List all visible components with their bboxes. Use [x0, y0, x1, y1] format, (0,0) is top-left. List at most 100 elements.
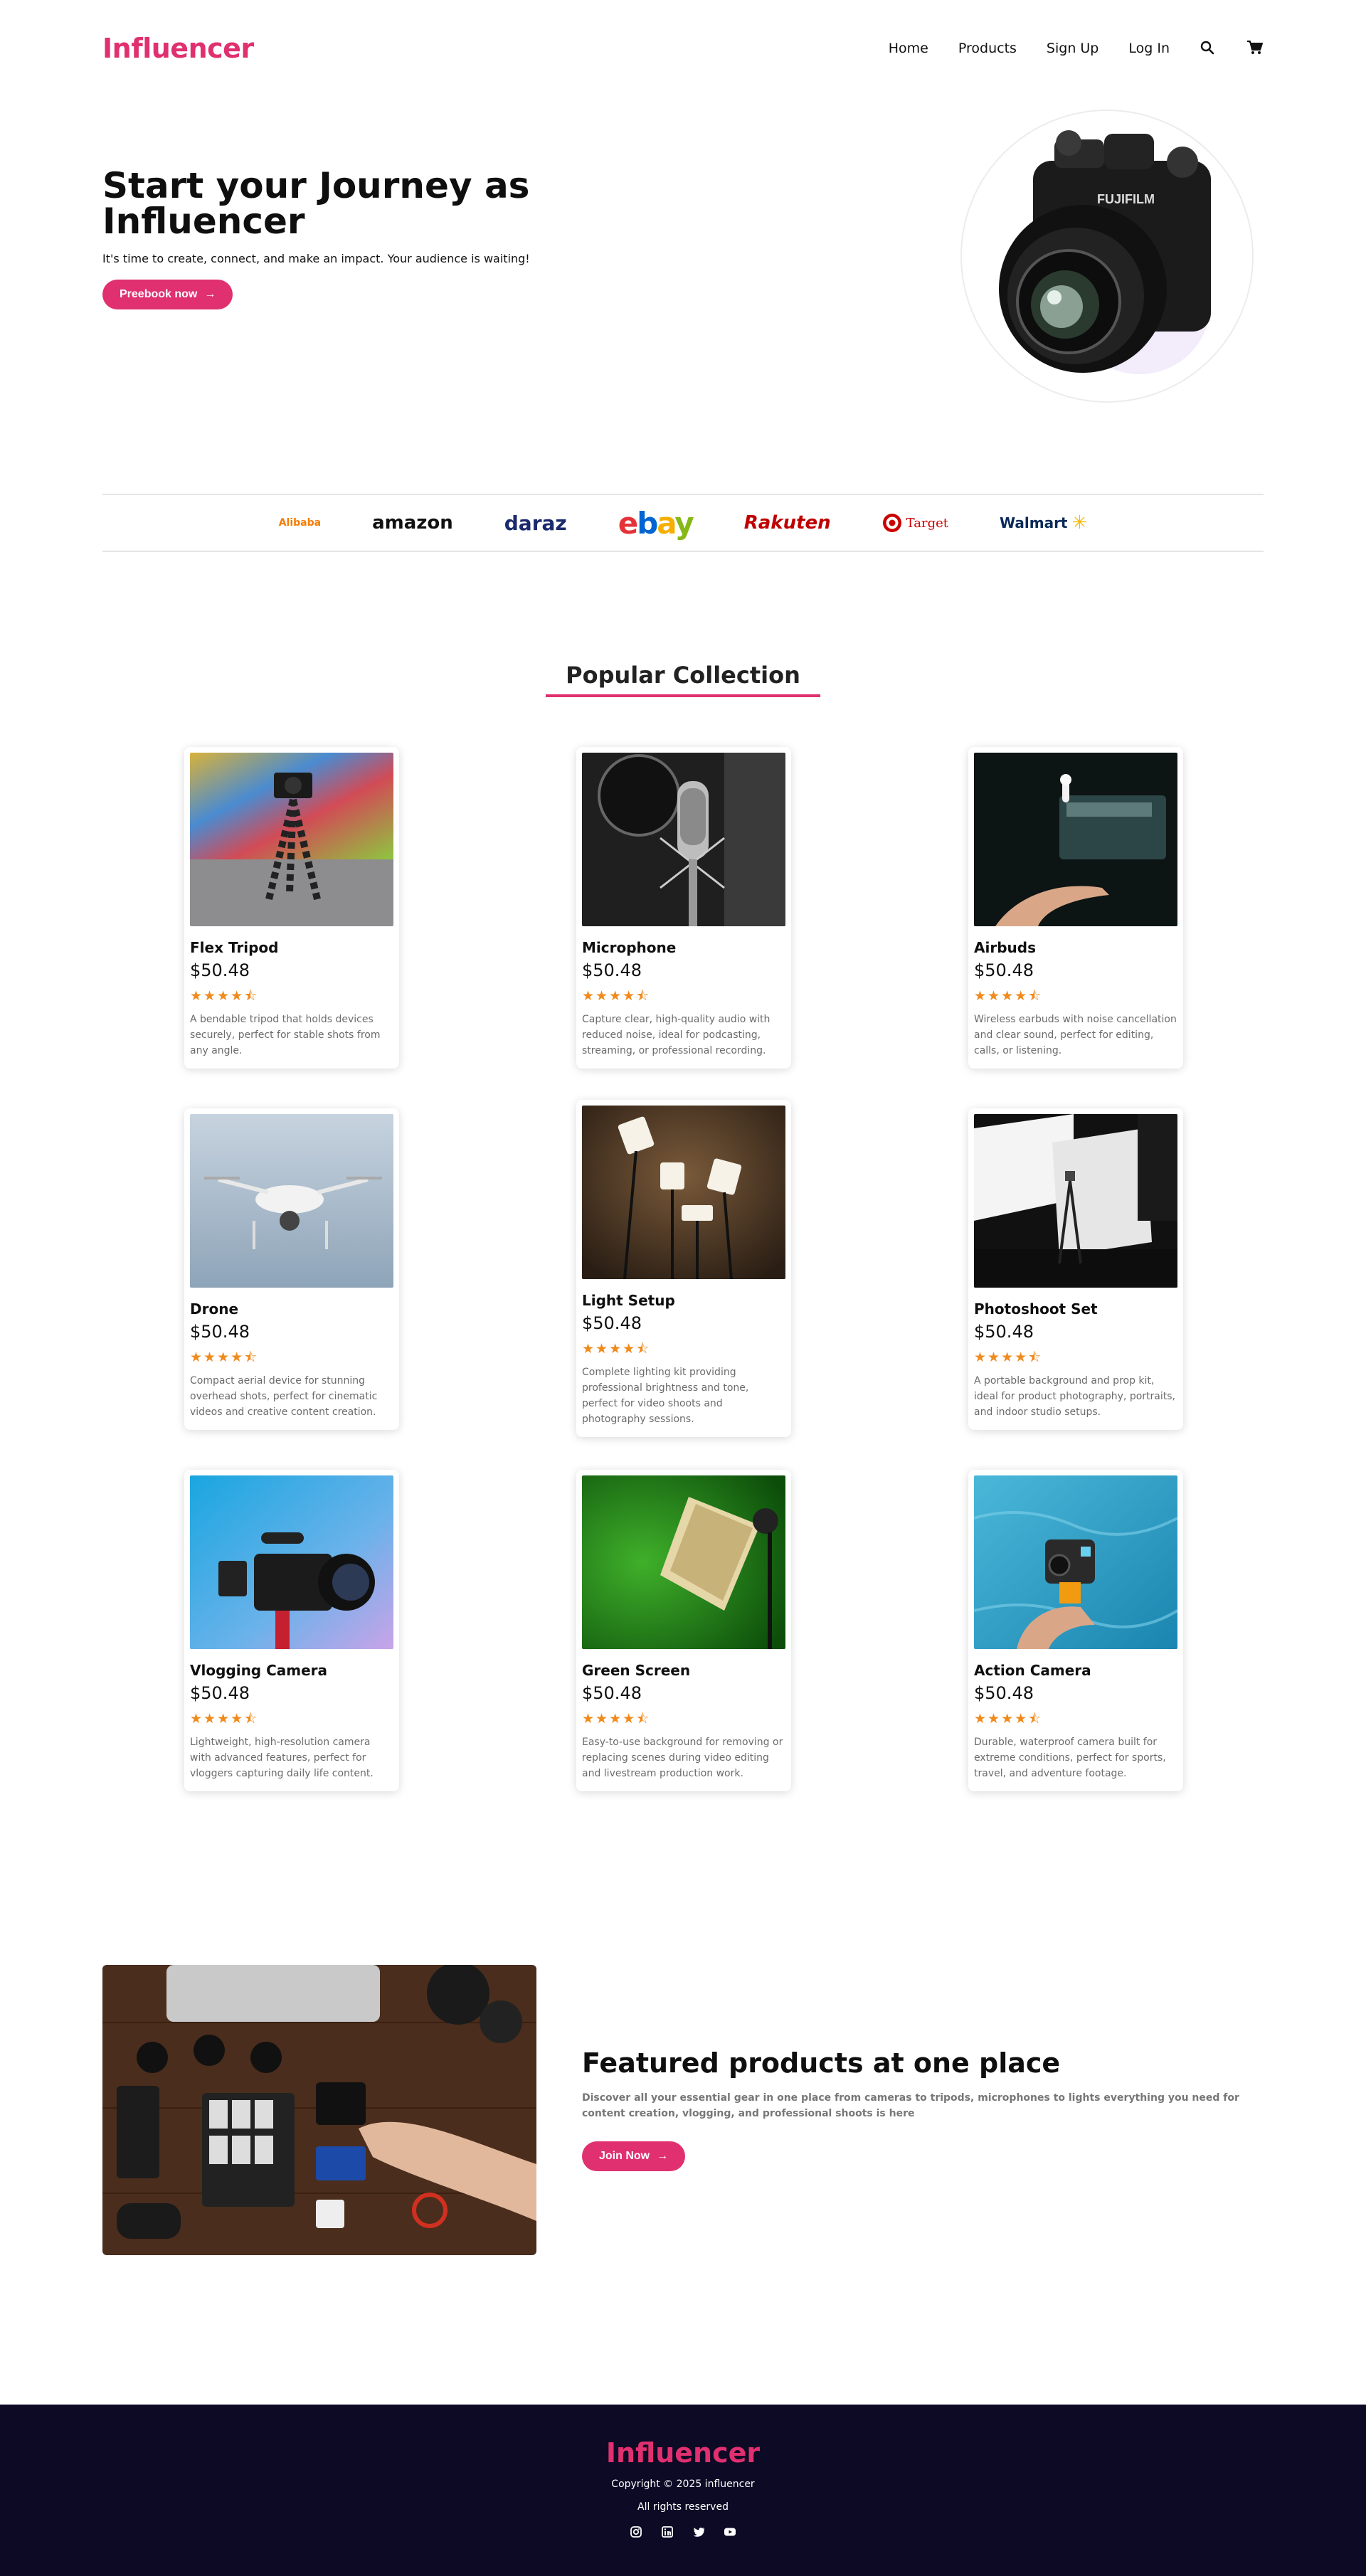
daraz-logo: daraz	[504, 511, 567, 535]
product-card-action-camera[interactable]: Action Camera $50.48 ★★★★⯪ Durable, wate…	[968, 1470, 1183, 1791]
rating-stars: ★★★★⯪	[974, 988, 1043, 1004]
cart-icon[interactable]	[1246, 40, 1264, 57]
product-image	[582, 753, 785, 926]
product-name: Drone	[190, 1300, 239, 1318]
join-now-button[interactable]: Join Now →	[582, 2141, 686, 2171]
rating-stars: ★★★★⯪	[582, 1711, 651, 1727]
rating-stars: ★★★★⯪	[190, 1350, 259, 1365]
product-image	[582, 1106, 785, 1279]
site-footer: Influencer Copyright © 2025 influencer A…	[0, 2405, 1366, 2576]
arrow-right-icon: →	[657, 2150, 669, 2162]
target-bullseye-icon	[882, 514, 901, 532]
social-links	[0, 2525, 1366, 2538]
product-description: Wireless earbuds with noise cancellation…	[974, 1014, 1177, 1056]
nav-login-link[interactable]: Log In	[1128, 41, 1170, 56]
product-description: Durable, waterproof camera built for ext…	[974, 1737, 1166, 1779]
product-image	[582, 1475, 785, 1649]
product-price: $50.48	[582, 1683, 642, 1703]
prebook-button[interactable]: Preebook now →	[102, 280, 233, 309]
popular-collection-section: Popular Collection Flex Tripod $50.48 ★★…	[0, 662, 1366, 1850]
prebook-button-label: Preebook now	[120, 288, 198, 300]
product-price: $50.48	[974, 1322, 1034, 1342]
amazon-logo: amazon	[372, 512, 453, 534]
product-description: Complete lighting kit providing professi…	[582, 1367, 749, 1425]
product-name: Airbuds	[974, 939, 1036, 956]
product-price: $50.48	[190, 1683, 250, 1703]
product-name: Light Setup	[582, 1292, 675, 1309]
product-price: $50.48	[974, 1683, 1034, 1703]
product-card-drone[interactable]: Drone $50.48 ★★★★⯪ Compact aerial device…	[184, 1108, 399, 1430]
nav-home-link[interactable]: Home	[889, 41, 928, 56]
product-card-photoshoot-set[interactable]: Photoshoot Set $50.48 ★★★★⯪ A portable b…	[968, 1108, 1183, 1430]
product-price: $50.48	[582, 960, 642, 980]
featured-title: Featured products at one place	[582, 2047, 1061, 2079]
product-name: Flex Tripod	[190, 939, 279, 956]
product-description: Lightweight, high-resolution camera with…	[190, 1737, 374, 1779]
hero-title: Start your Journey as Influencer	[102, 165, 530, 242]
copyright-text: Copyright © 2025 influencer	[611, 2479, 755, 2490]
product-description: Compact aerial device for stunning overh…	[190, 1375, 378, 1418]
site-logo[interactable]: Influencer	[102, 33, 254, 64]
youtube-icon[interactable]	[724, 2525, 736, 2538]
product-card-vlogging-camera[interactable]: Vlogging Camera $50.48 ★★★★⯪ Lightweight…	[184, 1470, 399, 1791]
product-description: A bendable tripod that holds devices sec…	[190, 1014, 381, 1056]
footer-logo[interactable]: Influencer	[0, 2437, 1366, 2469]
rakuten-logo: Rakuten	[743, 512, 831, 534]
rating-stars: ★★★★⯪	[582, 1341, 651, 1357]
product-card-green-screen[interactable]: Green Screen $50.48 ★★★★⯪ Easy-to-use ba…	[576, 1470, 791, 1791]
rights-text: All rights reserved	[637, 2501, 729, 2513]
product-card-airbuds[interactable]: Airbuds $50.48 ★★★★⯪ Wireless earbuds wi…	[968, 747, 1183, 1069]
ebay-logo: ebay	[618, 505, 694, 541]
alibaba-logo: Alibaba	[278, 517, 322, 529]
product-price: $50.48	[190, 1322, 250, 1342]
product-image	[190, 1475, 393, 1649]
rating-stars: ★★★★⯪	[974, 1711, 1043, 1727]
product-description: Capture clear, high-quality audio with r…	[582, 1014, 771, 1056]
walmart-spark-icon: ✳	[1071, 512, 1088, 534]
product-card-flex-tripod[interactable]: Flex Tripod $50.48 ★★★★⯪ A bendable trip…	[184, 747, 399, 1069]
product-description: Easy-to-use background for removing or r…	[582, 1737, 783, 1779]
section-title: Popular Collection	[546, 662, 820, 697]
instagram-icon[interactable]	[630, 2525, 642, 2538]
product-name: Vlogging Camera	[190, 1662, 328, 1679]
walmart-logo-label: Walmart	[1000, 514, 1068, 531]
rating-stars: ★★★★⯪	[974, 1350, 1043, 1365]
rating-stars: ★★★★⯪	[582, 988, 651, 1004]
nav-products-link[interactable]: Products	[958, 41, 1017, 56]
featured-section: Featured products at one place Discover …	[0, 1850, 1366, 2405]
product-price: $50.48	[582, 1313, 642, 1333]
product-image	[974, 1114, 1177, 1288]
page: Influencer Home Products Sign Up Log In …	[0, 0, 1366, 2576]
product-grid: Flex Tripod $50.48 ★★★★⯪ A bendable trip…	[0, 697, 1366, 1850]
target-logo: Target	[882, 513, 948, 533]
join-now-button-label: Join Now	[599, 2150, 650, 2162]
product-card-light-setup[interactable]: Light Setup $50.48 ★★★★⯪ Complete lighti…	[576, 1100, 791, 1437]
product-image	[190, 753, 393, 926]
nav-signup-link[interactable]: Sign Up	[1047, 41, 1098, 56]
product-image	[974, 1475, 1177, 1649]
featured-text: Featured products at one place Discover …	[582, 2047, 1244, 2171]
twitter-icon[interactable]	[692, 2525, 705, 2538]
featured-image	[102, 1965, 536, 2255]
product-card-microphone[interactable]: Microphone $50.48 ★★★★⯪ Capture clear, h…	[576, 747, 791, 1069]
walmart-logo: Walmart ✳	[1000, 512, 1087, 534]
featured-description: Discover all your essential gear in one …	[582, 2092, 1239, 2119]
product-image	[974, 753, 1177, 926]
product-name: Microphone	[582, 939, 677, 956]
linkedin-icon[interactable]	[661, 2525, 674, 2538]
hero-camera-image: FUJIFILM	[960, 110, 1254, 403]
product-name: Action Camera	[974, 1662, 1091, 1679]
product-price: $50.48	[974, 960, 1034, 980]
product-name: Green Screen	[582, 1662, 691, 1679]
partner-logos-strip: Alibaba amazon daraz ebay Rakuten Target…	[102, 494, 1264, 552]
product-name: Photoshoot Set	[974, 1300, 1098, 1318]
hero-subtitle: It's time to create, connect, and make a…	[102, 252, 530, 265]
camera-illustration: FUJIFILM	[999, 130, 1211, 373]
product-image	[190, 1114, 393, 1288]
product-price: $50.48	[190, 960, 250, 980]
search-icon[interactable]	[1200, 40, 1217, 57]
svg-text:FUJIFILM: FUJIFILM	[1097, 192, 1155, 206]
hero-text: Start your Journey as Influencer It's ti…	[102, 168, 615, 309]
rating-stars: ★★★★⯪	[190, 988, 259, 1004]
target-logo-label: Target	[906, 515, 949, 531]
